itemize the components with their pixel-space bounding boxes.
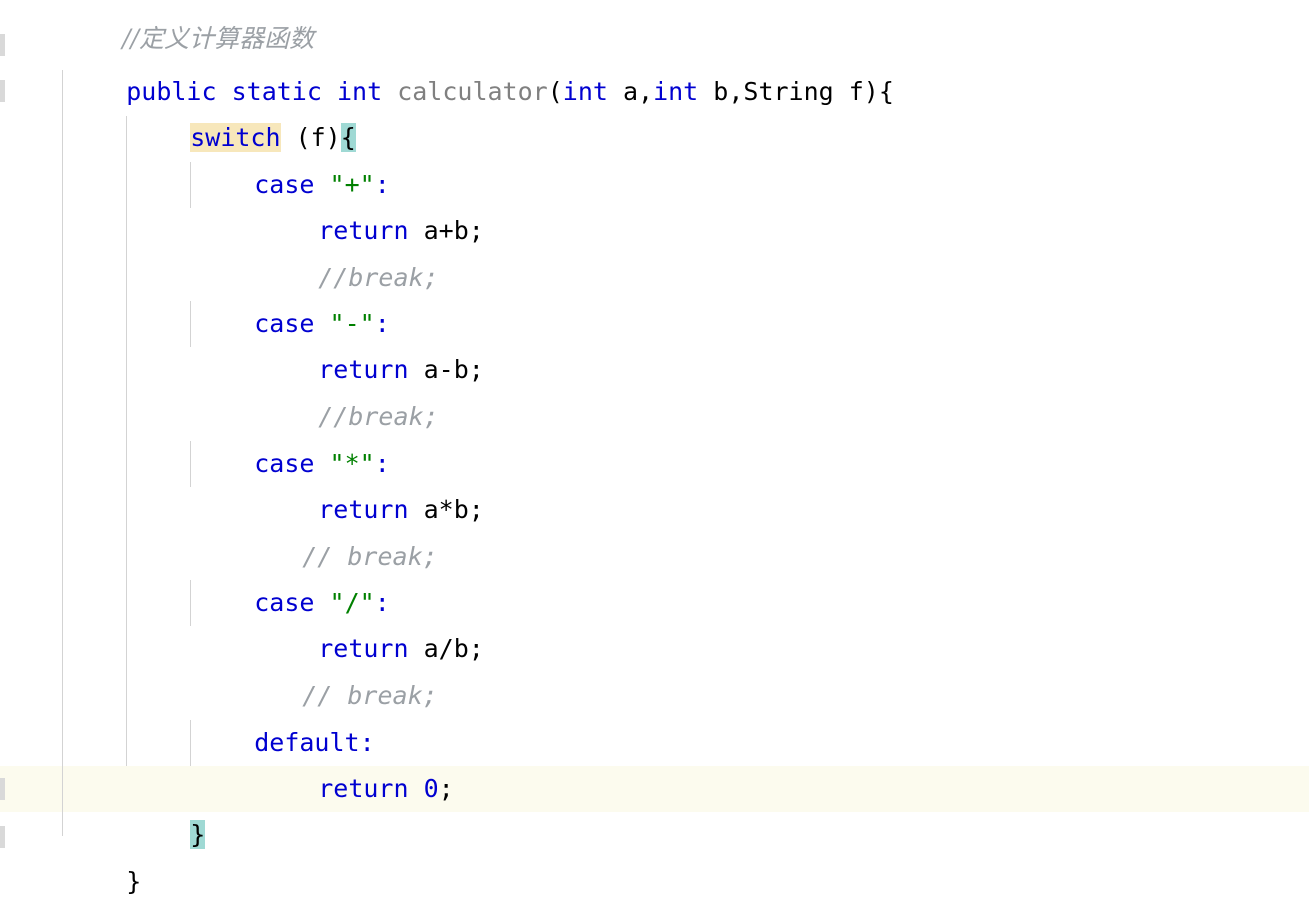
code-line-comment-break-4[interactable]: // break; xyxy=(242,627,437,710)
code-line-comment-calculator[interactable]: //定义计算器函数 xyxy=(62,0,314,53)
code-line-comment-break-1[interactable]: //break; xyxy=(258,209,438,292)
code-line-comment-modulo[interactable]: //定义取模函数 xyxy=(66,859,293,905)
indent-guide-level-3-slash xyxy=(190,580,191,626)
semicolon: ; xyxy=(438,774,454,803)
code-line-return-add[interactable]: return a+b; xyxy=(258,162,484,245)
param-name-b: b, xyxy=(698,77,744,106)
indent-guide-level-3-plus xyxy=(190,162,191,208)
indent-guide-level-3-minus xyxy=(190,301,191,347)
method-name-calculator: calculator xyxy=(397,77,548,106)
param-type-int-b: int xyxy=(653,77,699,106)
space-3 xyxy=(382,77,397,106)
code-line-return-mul[interactable]: return a*b; xyxy=(258,441,484,524)
code-line-case-slash[interactable]: case "/": xyxy=(194,534,390,617)
code-line-comment-break-2[interactable]: //break; xyxy=(258,348,438,431)
code-editor[interactable]: //定义计算器函数 public static int calculator(i… xyxy=(0,0,1309,906)
code-line-case-plus[interactable]: case "+": xyxy=(194,116,390,199)
code-line-case-star[interactable]: case "*": xyxy=(194,395,390,478)
matched-close-brace: } xyxy=(190,820,206,849)
param-name-f: f){ xyxy=(833,77,894,106)
code-line-return-div[interactable]: return a/b; xyxy=(258,580,484,663)
indent-guide-level-2 xyxy=(126,116,127,766)
keyword-return: return xyxy=(318,774,409,803)
fold-marker-switch[interactable] xyxy=(0,80,5,102)
code-line-case-minus[interactable]: case "-": xyxy=(194,255,390,338)
code-line-comment-break-3[interactable]: // break; xyxy=(242,488,437,571)
code-line-return-zero[interactable]: return 0; xyxy=(258,720,454,803)
number-zero: 0 xyxy=(423,774,439,803)
indent-guide-level-1 xyxy=(62,70,63,836)
open-paren: ( xyxy=(547,77,563,106)
fold-marker-signature[interactable] xyxy=(0,34,5,56)
code-line-method-signature[interactable]: public static int calculator(int a,int b… xyxy=(66,23,894,106)
code-line-close-method[interactable]: } xyxy=(66,813,141,896)
param-type-string: String xyxy=(743,77,834,106)
param-type-int-a: int xyxy=(562,77,608,106)
code-line-default-case[interactable]: default: xyxy=(194,674,374,757)
code-line-switch[interactable]: switch (f){ xyxy=(130,69,356,152)
param-name-a: a, xyxy=(607,77,654,106)
indent-guide-level-3-star xyxy=(190,441,191,487)
fold-marker-close-switch[interactable] xyxy=(0,778,5,800)
code-line-close-switch[interactable]: } xyxy=(130,766,206,849)
indent-guide-level-3-default xyxy=(190,720,191,766)
fold-marker-close-method[interactable] xyxy=(0,826,5,848)
code-line-return-sub[interactable]: return a-b; xyxy=(258,301,484,384)
